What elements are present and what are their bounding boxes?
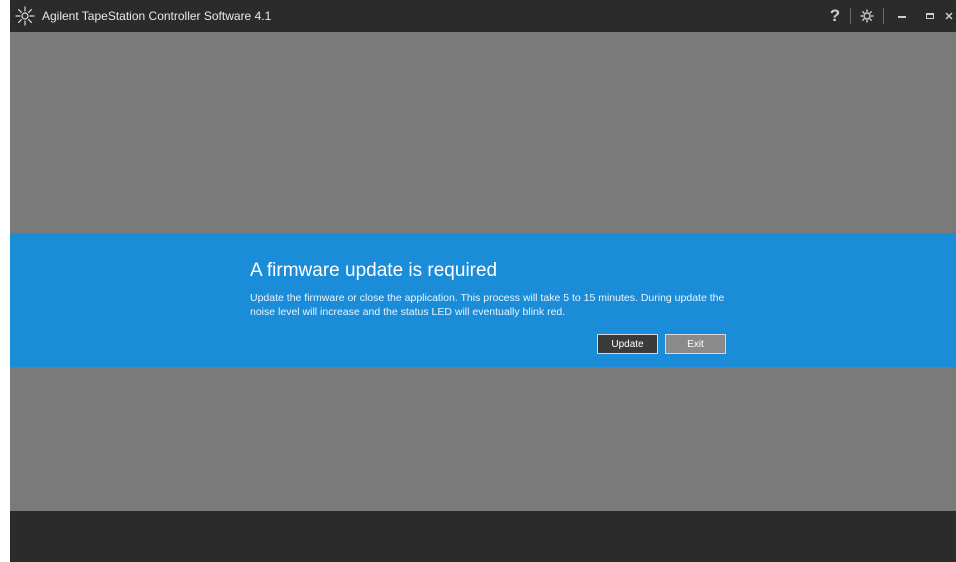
maximize-button[interactable] [916,0,944,32]
gear-icon [860,9,874,23]
help-label: ? [829,6,841,25]
banner-content: A firmware update is required Update the… [250,259,750,319]
banner-title: A firmware update is required [250,260,498,281]
exit-button-label: Exit [687,338,704,350]
update-button[interactable]: Update [597,334,658,354]
bottom-bar [10,511,956,562]
close-button[interactable] [944,0,956,32]
firmware-update-banner: A firmware update is required Update the… [10,233,956,367]
app-window: Agilent TapeStation Controller Software … [10,0,956,562]
title-bar: Agilent TapeStation Controller Software … [10,0,956,32]
minimize-icon [898,16,906,18]
settings-button[interactable] [855,0,879,32]
minimize-button[interactable] [888,0,916,32]
maximize-icon [926,13,934,19]
help-button[interactable]: ? [824,0,846,32]
title-controls: ? [824,0,956,32]
banner-message: Update the firmware or close the applica… [250,292,725,318]
exit-button[interactable]: Exit [665,334,726,354]
title-separator [883,8,884,24]
window-title: Agilent TapeStation Controller Software … [42,9,272,23]
update-button-label: Update [611,338,644,350]
agilent-spark-icon [10,0,40,32]
banner-buttons: Update Exit [597,334,726,354]
title-separator [850,8,851,24]
close-icon [945,12,953,20]
